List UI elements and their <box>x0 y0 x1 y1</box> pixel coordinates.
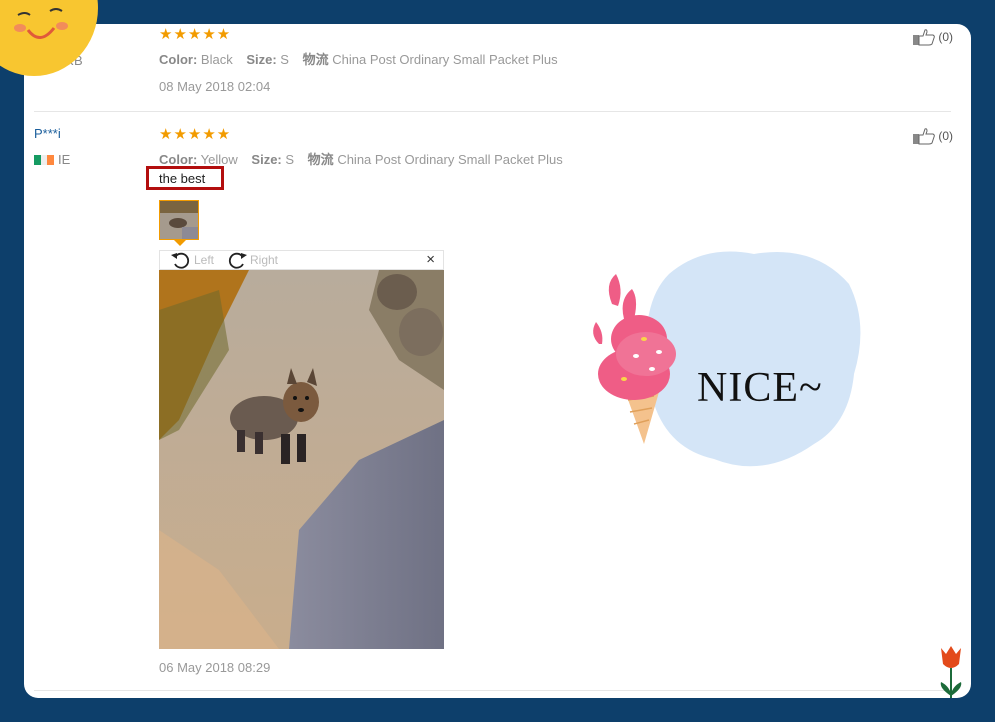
like-count: (0) <box>938 129 953 143</box>
reviews-card: SRB ★★★★★ Color: Black Size: S 物流 China … <box>24 24 971 698</box>
reviewer-country: IE <box>34 152 70 167</box>
shipping-value: China Post Ordinary Small Packet Plus <box>332 52 558 67</box>
review-attributes: Color: Black Size: S 物流 China Post Ordin… <box>159 49 558 68</box>
sticker-text: NICE~ <box>697 365 823 411</box>
ireland-flag-icon <box>34 154 55 165</box>
review-date: 08 May 2018 02:04 <box>159 79 271 94</box>
image-viewer-toolbar: Left Right × <box>159 250 444 270</box>
smiling-sun-icon <box>14 8 68 39</box>
size-label: Size: <box>251 152 282 167</box>
like-button[interactable]: (0) <box>912 28 953 46</box>
tulip-icon <box>940 646 962 698</box>
thumbs-up-icon <box>913 128 936 145</box>
star-rating: ★★★★★ <box>159 126 232 143</box>
review-date: 06 May 2018 08:29 <box>159 660 271 675</box>
color-label: Color: <box>159 52 198 67</box>
review-content: the best <box>146 166 224 190</box>
sun-decoration <box>0 0 98 76</box>
shipping-value: China Post Ordinary Small Packet Plus <box>337 152 563 167</box>
review-photo <box>159 270 444 649</box>
like-count: (0) <box>938 30 953 44</box>
ice-cream-icon <box>593 251 861 467</box>
reviewer-name[interactable]: P***i <box>34 126 61 141</box>
review-divider <box>34 690 951 691</box>
color-label: Color: <box>159 152 198 167</box>
color-value: Black <box>200 52 233 67</box>
thumbs-up-icon <box>913 29 936 46</box>
size-value: S <box>285 152 295 167</box>
rotate-left-button[interactable]: Left <box>170 250 214 270</box>
color-value: Yellow <box>200 152 238 167</box>
shipping-label: 物流 <box>302 52 329 67</box>
rotate-left-icon <box>171 252 190 269</box>
thumbnail-pointer <box>174 240 186 246</box>
size-label: Size: <box>246 52 277 67</box>
shipping-label: 物流 <box>307 152 334 167</box>
rotate-right-button[interactable]: Right <box>226 250 278 270</box>
tulip-decoration <box>935 644 967 698</box>
review-photo-thumbnail[interactable] <box>159 200 199 240</box>
size-value: S <box>280 52 289 67</box>
rotate-right-label: Right <box>250 253 279 267</box>
like-button[interactable]: (0) <box>912 127 953 145</box>
thumbnail-image <box>160 201 198 239</box>
dog-photo-image <box>159 270 444 649</box>
review-divider <box>34 111 951 112</box>
rotate-right-icon <box>228 252 247 269</box>
ice-cream-sticker: NICE~ <box>584 244 874 479</box>
country-code: IE <box>58 152 71 167</box>
star-rating: ★★★★★ <box>159 26 232 43</box>
rotate-left-label: Left <box>194 253 215 267</box>
close-viewer-button[interactable]: × <box>426 251 435 268</box>
